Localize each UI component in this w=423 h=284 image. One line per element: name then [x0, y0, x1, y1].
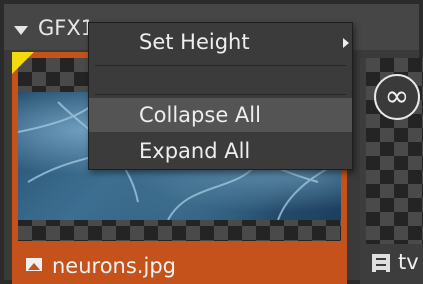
context-menu: Set Height Collapse All Expand All — [88, 22, 353, 170]
menu-item-set-height[interactable]: Set Height — [89, 25, 352, 59]
menu-separator — [95, 65, 346, 66]
collapse-arrow-icon[interactable] — [14, 26, 28, 35]
menu-separator — [95, 94, 346, 95]
tile-label: tv — [398, 250, 419, 274]
image-icon — [26, 258, 42, 271]
tile-label: neurons.jpg — [52, 254, 176, 278]
submenu-arrow-icon — [343, 38, 349, 48]
menu-item-blank[interactable] — [89, 70, 352, 92]
film-icon — [372, 254, 390, 272]
menu-item-collapse-all[interactable]: Collapse All — [89, 98, 352, 132]
loop-icon: ∞ — [374, 74, 420, 120]
tile-footer: neurons.jpg — [12, 247, 347, 284]
menu-item-expand-all[interactable]: Expand All — [89, 134, 352, 168]
selection-corner-marker — [12, 52, 34, 74]
group-title: GFX1 — [38, 16, 95, 40]
media-tile-tv[interactable]: ∞ tv — [360, 58, 423, 284]
